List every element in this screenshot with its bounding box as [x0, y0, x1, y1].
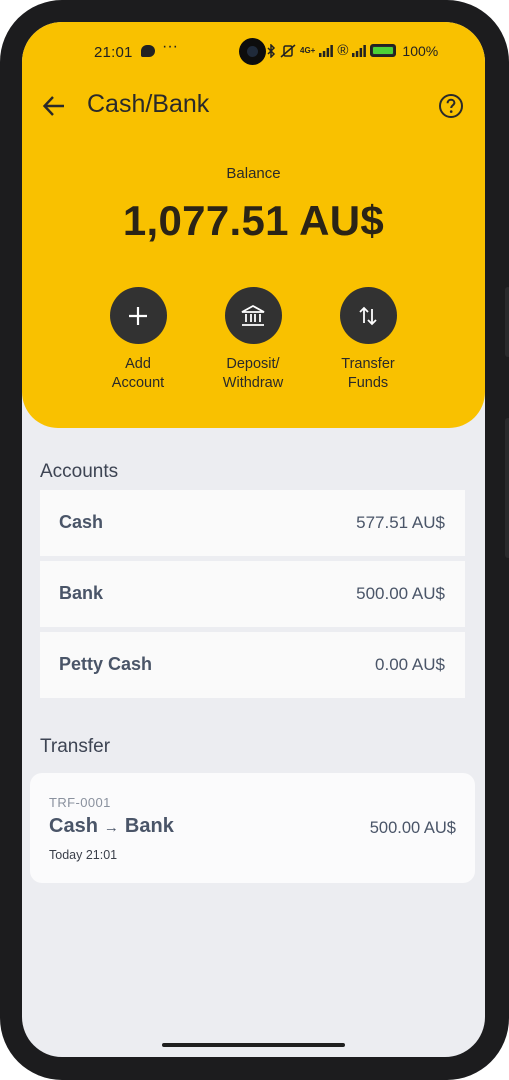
transfer-funds-button[interactable]: Transfer Funds [308, 287, 428, 393]
phone-frame: 21:01 ··· 4G+ ® 100% Cash/Bank Balance 1… [0, 0, 509, 1080]
bluetooth-icon [267, 43, 276, 58]
account-name: Cash [59, 512, 104, 532]
transfer-funds-label-line1: Transfer [341, 356, 395, 372]
transfer-section-title: Transfer [40, 736, 111, 757]
transfer-date: Today 21:01 [49, 848, 118, 862]
transfer-route: Cash → Bank [49, 815, 174, 838]
deposit-withdraw-label: Deposit/ Withdraw [193, 355, 313, 393]
status-icons: 4G+ ® 100% [266, 42, 438, 59]
transfer-from: Cash [49, 815, 98, 837]
front-camera [239, 38, 266, 65]
page-title: Cash/Bank [87, 90, 210, 118]
account-name: Petty Cash [59, 654, 153, 674]
account-row-petty-cash[interactable]: Petty Cash 0.00 AU$ [40, 632, 465, 698]
signal-icon [319, 44, 334, 57]
transfer-funds-label: Transfer Funds [308, 355, 428, 393]
accounts-section-title: Accounts [40, 461, 119, 482]
signal-icon-2 [352, 44, 367, 57]
status-time: 21:01 [94, 44, 133, 61]
account-amount: 577.51 AU$ [356, 513, 445, 532]
add-account-label: Add Account [78, 355, 198, 393]
volume-button [505, 287, 509, 357]
deposit-withdraw-circle[interactable] [224, 287, 282, 344]
transfer-funds-label-line2: Funds [347, 375, 389, 391]
balance-amount: 1,077.51 AU$ [122, 197, 385, 244]
bank-icon [241, 304, 265, 326]
more-notifications-icon: ··· [162, 38, 178, 55]
app-screen: 21:01 ··· 4G+ ® 100% Cash/Bank Balance 1… [22, 22, 485, 1057]
add-account-button[interactable]: Add Account [78, 287, 198, 393]
account-amount: 0.00 AU$ [375, 655, 445, 674]
balance-label: Balance [226, 165, 281, 182]
transfer-funds-circle[interactable] [339, 287, 397, 344]
deposit-withdraw-button[interactable]: Deposit/ Withdraw [193, 287, 313, 393]
add-account-circle[interactable] [109, 287, 167, 344]
status-bar: 21:01 ··· 4G+ ® 100% [22, 22, 485, 78]
power-button [505, 418, 509, 558]
transfer-amount: 500.00 AU$ [369, 819, 456, 837]
network-type: 4G+ [300, 46, 316, 55]
account-row-bank[interactable]: Bank 500.00 AU$ [40, 561, 465, 627]
add-account-label-line1: Add [125, 356, 151, 372]
home-indicator[interactable] [162, 1043, 345, 1047]
transfer-item[interactable]: TRF-0001 Cash → Bank Today 21:01 500.00 AU… [30, 773, 475, 883]
deposit-withdraw-label-line1: Deposit/ [226, 356, 280, 372]
add-account-label-line2: Account [111, 375, 165, 391]
app-bar: Cash/Bank [22, 82, 485, 132]
account-amount: 500.00 AU$ [356, 584, 445, 603]
arrow-right-icon: → [103, 819, 119, 836]
plus-icon [129, 306, 147, 325]
swap-vertical-icon [359, 306, 377, 325]
registered-icon: ® [337, 42, 349, 59]
transfer-id: TRF-0001 [49, 795, 111, 810]
help-icon[interactable] [438, 93, 464, 119]
account-name: Bank [59, 583, 104, 603]
deposit-withdraw-label-line2: Withdraw [222, 375, 284, 391]
battery-percent: 100% [402, 42, 439, 59]
back-arrow-icon[interactable] [40, 92, 68, 120]
battery-icon [370, 44, 397, 57]
balance-header: 21:01 ··· 4G+ ® 100% Cash/Bank Balance 1… [22, 22, 485, 428]
account-row-cash[interactable]: Cash 577.51 AU$ [40, 490, 465, 556]
vibrate-off-icon [280, 43, 296, 58]
chat-notification-icon [141, 45, 155, 57]
transfer-to: Bank [124, 815, 174, 837]
